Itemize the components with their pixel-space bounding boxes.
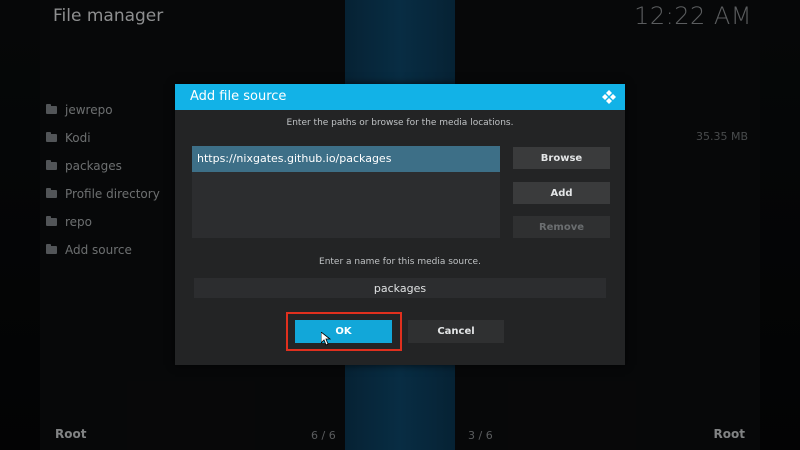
kodi-logo-icon bbox=[602, 90, 616, 104]
add-file-source-dialog: Add file source Enter the paths or brows… bbox=[175, 84, 625, 365]
source-name-field[interactable]: packages bbox=[194, 278, 606, 298]
remove-button[interactable]: Remove bbox=[513, 216, 610, 238]
name-instruction: Enter a name for this media source. bbox=[319, 257, 481, 267]
path-row[interactable]: https://nixgates.github.io/packages bbox=[192, 146, 500, 172]
paths-instruction: Enter the paths or browse for the media … bbox=[286, 118, 514, 128]
paths-list[interactable]: https://nixgates.github.io/packages bbox=[192, 146, 500, 238]
ok-button[interactable]: OK bbox=[295, 320, 392, 343]
browse-button[interactable]: Browse bbox=[513, 147, 610, 169]
cancel-button[interactable]: Cancel bbox=[408, 320, 504, 343]
mouse-cursor-icon bbox=[321, 332, 331, 346]
dialog-title: Add file source bbox=[190, 89, 287, 104]
add-button[interactable]: Add bbox=[513, 182, 610, 204]
dialog-header: Add file source bbox=[175, 84, 625, 110]
